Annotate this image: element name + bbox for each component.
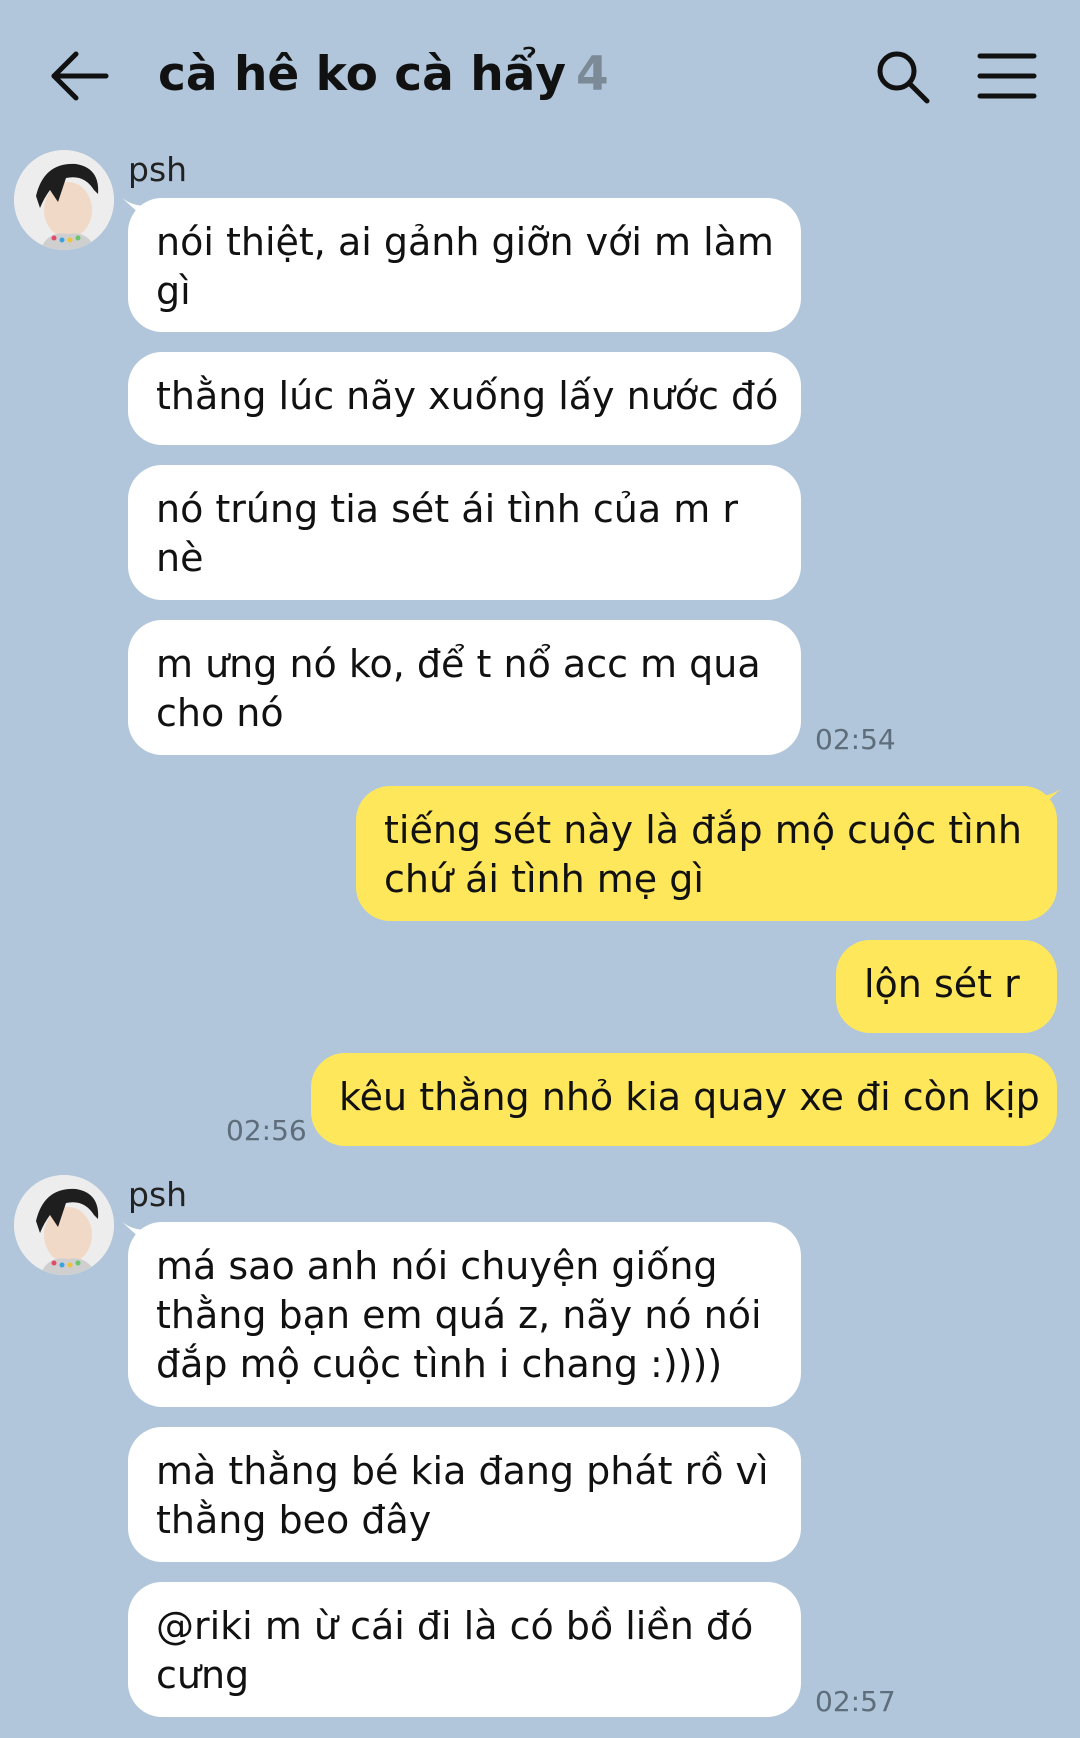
member-count: 4: [576, 47, 609, 102]
message-text: lộn sét r: [864, 962, 1020, 1006]
message-bubble[interactable]: tiếng sét này là đắp mộ cuộc tình chứ ái…: [356, 786, 1057, 921]
chat-name: cà hê ko cà hẩy: [158, 47, 567, 102]
message-text: cưng: [156, 1653, 250, 1697]
avatar[interactable]: [14, 1175, 114, 1275]
message-text: thằng lúc nãy xuống lấy nước đó: [156, 374, 779, 418]
message-text: tiếng sét này là đắp mộ cuộc tình: [384, 808, 1022, 852]
avatar[interactable]: [14, 150, 114, 250]
search-icon: [877, 51, 930, 104]
profile-photo-icon: [14, 150, 114, 250]
message-text: má sao anh nói chuyện giống: [156, 1244, 718, 1288]
message-text: gì: [156, 269, 191, 313]
message-text: @riki m ừ cái đi là có bồ liền đó: [156, 1604, 754, 1648]
menu-button[interactable]: [976, 48, 1038, 104]
message-text: nó trúng tia sét ái tình của m r: [156, 487, 738, 531]
sender-name: psh: [128, 1175, 188, 1214]
message-bubble[interactable]: kêu thằng nhỏ kia quay xe đi còn kịp: [311, 1053, 1057, 1146]
message-text: m ưng nó ko, để t nổ acc m qua: [156, 642, 761, 686]
message-bubble[interactable]: lộn sét r: [836, 940, 1057, 1033]
message-text: nói thiệt, ai gảnh giỡn với m làm: [156, 220, 774, 264]
message-text: cho nó: [156, 691, 284, 735]
search-button[interactable]: [872, 46, 932, 106]
message-text: thằng bạn em quá z, nãy nó nói: [156, 1293, 762, 1337]
message-bubble[interactable]: nó trúng tia sét ái tình của m r nè: [128, 465, 801, 600]
message-text: nè: [156, 536, 204, 580]
message-text: kêu thằng nhỏ kia quay xe đi còn kịp: [339, 1075, 1040, 1119]
timestamp: 02:54: [815, 723, 896, 756]
back-button[interactable]: [44, 44, 112, 108]
message-bubble[interactable]: @riki m ừ cái đi là có bồ liền đó cưng: [128, 1582, 801, 1717]
message-text: chứ ái tình mẹ gì: [384, 857, 704, 901]
bubble-tail: [1042, 786, 1064, 806]
arrow-left-icon: [51, 51, 109, 101]
message-bubble[interactable]: thằng lúc nãy xuống lấy nước đó: [128, 352, 801, 445]
chat-header: cà hê ko cà hẩy 4: [0, 0, 1080, 150]
profile-photo-icon: [14, 1175, 114, 1275]
message-text: thằng beo đây: [156, 1498, 432, 1542]
timestamp: 02:57: [815, 1685, 896, 1718]
timestamp: 02:56: [226, 1114, 307, 1147]
message-bubble[interactable]: má sao anh nói chuyện giống thằng bạn em…: [128, 1222, 801, 1407]
message-bubble[interactable]: nói thiệt, ai gảnh giỡn với m làm gì: [128, 198, 801, 332]
hamburger-menu-icon: [977, 53, 1037, 99]
message-text: đắp mộ cuộc tình i chang :)))): [156, 1342, 723, 1386]
message-text: mà thằng bé kia đang phát rồ vì: [156, 1449, 769, 1493]
message-bubble[interactable]: m ưng nó ko, để t nổ acc m qua cho nó: [128, 620, 801, 755]
chat-title[interactable]: cà hê ko cà hẩy 4: [158, 42, 609, 108]
sender-name: psh: [128, 150, 188, 189]
message-bubble[interactable]: mà thằng bé kia đang phát rồ vì thằng be…: [128, 1427, 801, 1562]
